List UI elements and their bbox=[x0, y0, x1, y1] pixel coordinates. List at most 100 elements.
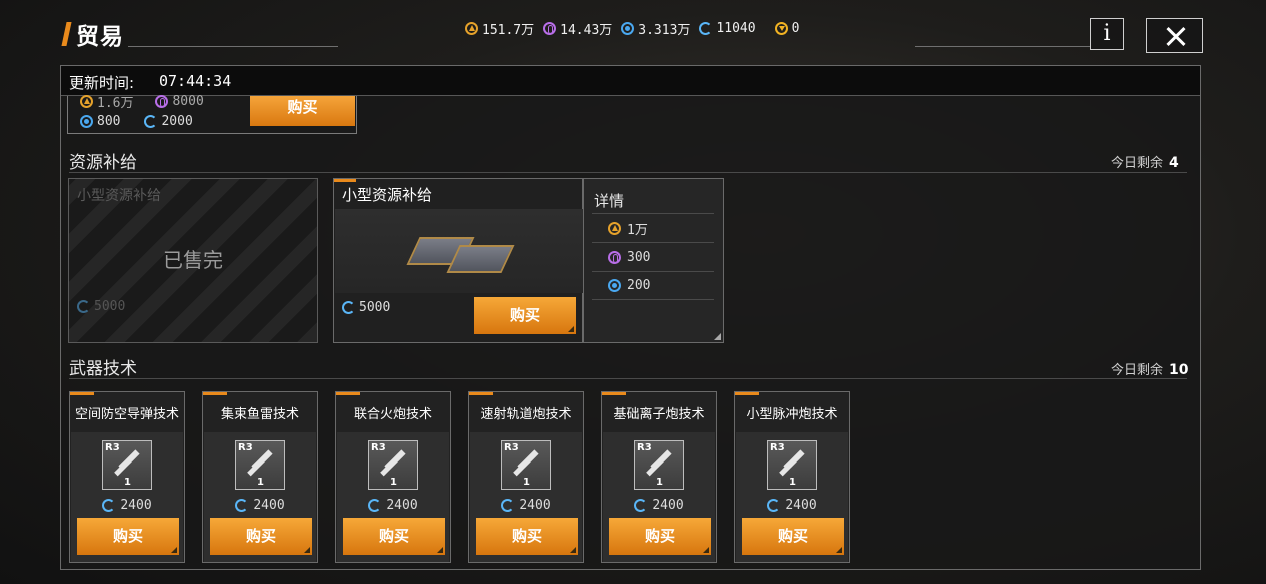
crate-image bbox=[335, 209, 583, 293]
buy-button[interactable]: 购买 bbox=[742, 518, 844, 555]
tech-card[interactable]: 小型脉冲炮技术 R3 1 2400 购买 bbox=[734, 391, 850, 563]
card-body: R3 1 2400 购买 bbox=[204, 432, 316, 562]
price-value: 2400 bbox=[652, 498, 684, 513]
item-price: 2400 bbox=[337, 498, 449, 513]
currency-value: 0 bbox=[791, 21, 800, 36]
item-price: 2400 bbox=[204, 498, 316, 513]
remaining-label: 今日剩余 bbox=[1111, 363, 1164, 378]
cycle-icon bbox=[235, 499, 249, 512]
tech-card[interactable]: 联合火炮技术 R3 1 2400 购买 bbox=[335, 391, 451, 563]
update-time-value: 07:44:34 bbox=[159, 72, 232, 90]
corner-marker bbox=[714, 333, 721, 340]
gold-triangle-icon bbox=[608, 221, 621, 235]
cost-value: 800 bbox=[97, 114, 121, 129]
railgun-tech-icon: R3 1 bbox=[501, 440, 551, 490]
close-button[interactable] bbox=[1146, 18, 1203, 53]
currency-value: 11040 bbox=[716, 21, 756, 36]
remaining-today: 今日剩余 4 bbox=[1111, 152, 1179, 171]
blue-orb-icon bbox=[608, 279, 621, 292]
buy-button[interactable]: 购买 bbox=[474, 297, 576, 334]
divider bbox=[915, 46, 1090, 47]
card-body: R3 1 2400 购买 bbox=[470, 432, 582, 562]
item-price: 2400 bbox=[736, 498, 848, 513]
rank-label: R3 bbox=[504, 442, 519, 453]
item-name: 速射轨道炮技术 bbox=[480, 407, 572, 422]
buy-button[interactable]: 购买 bbox=[77, 518, 179, 555]
gold-triangle-icon bbox=[80, 95, 93, 108]
ion-cannon-tech-icon: R3 1 bbox=[634, 440, 684, 490]
level-label: 1 bbox=[124, 477, 131, 488]
trade-panel[interactable]: 更新时间: 07:44:34 1.6万 8000 800 2000 购买 资源补… bbox=[60, 65, 1201, 570]
level-label: 1 bbox=[656, 477, 663, 488]
card-accent bbox=[334, 179, 356, 182]
pulse-cannon-tech-icon: R3 1 bbox=[767, 440, 817, 490]
tech-card[interactable]: 速射轨道炮技术 R3 1 2400 购买 bbox=[468, 391, 584, 563]
card-accent bbox=[735, 392, 759, 395]
price-value: 5000 bbox=[94, 299, 126, 314]
card-body: R3 1 2400 购买 bbox=[337, 432, 449, 562]
detail-row: 1万 bbox=[592, 213, 714, 242]
info-button[interactable]: i bbox=[1090, 18, 1124, 50]
tech-card[interactable]: 空间防空导弹技术 R3 1 2400 购买 bbox=[69, 391, 185, 563]
purple-capsule-icon bbox=[155, 95, 169, 108]
cycle-icon bbox=[144, 115, 158, 128]
cycle-icon bbox=[699, 22, 713, 35]
details-panel: 详情 1万 300 200 bbox=[583, 178, 724, 343]
remaining-today: 今日剩余 10 bbox=[1111, 359, 1189, 378]
buy-button[interactable]: 购买 bbox=[476, 518, 578, 555]
currency-bar: 151.7万 14.43万 3.313万 11040 0 bbox=[465, 19, 808, 38]
divider bbox=[69, 378, 1187, 379]
cycle-icon bbox=[342, 301, 355, 314]
buy-button[interactable]: 购买 bbox=[210, 518, 312, 555]
cost-row: 800 2000 bbox=[80, 114, 193, 129]
blue-orb-icon bbox=[621, 22, 635, 35]
crate-icon bbox=[446, 245, 515, 273]
level-label: 1 bbox=[789, 477, 796, 488]
purple-capsule-icon bbox=[608, 250, 621, 264]
cannon-tech-icon: R3 1 bbox=[368, 440, 418, 490]
cycle-icon bbox=[368, 499, 382, 512]
card-accent bbox=[336, 392, 360, 395]
item-price: 2400 bbox=[470, 498, 582, 513]
remaining-label: 今日剩余 bbox=[1111, 156, 1164, 171]
sold-out-card: 小型资源补给 已售完 5000 bbox=[68, 178, 318, 343]
rank-label: R3 bbox=[371, 442, 386, 453]
item-name: 小型资源补给 bbox=[77, 188, 161, 204]
remaining-count: 4 bbox=[1169, 155, 1179, 171]
price-value: 2400 bbox=[386, 498, 418, 513]
top-bar: 贸易 151.7万 14.43万 3.313万 11040 0 i bbox=[0, 0, 1266, 60]
currency-value: 151.7万 bbox=[482, 23, 535, 38]
cycle-icon bbox=[77, 300, 90, 313]
resource-supply-card[interactable]: 小型资源补给 5000 购买 bbox=[333, 178, 583, 343]
buy-button[interactable]: 购买 bbox=[343, 518, 445, 555]
tech-card[interactable]: 基础离子炮技术 R3 1 2400 购买 bbox=[601, 391, 717, 563]
divider bbox=[128, 46, 338, 47]
rank-label: R3 bbox=[238, 442, 253, 453]
cost-value: 2000 bbox=[161, 114, 193, 129]
purple-capsule-icon bbox=[543, 22, 557, 35]
currency-purple: 14.43万 bbox=[543, 19, 612, 38]
previous-item-card: 1.6万 8000 800 2000 购买 bbox=[67, 94, 357, 134]
buy-button[interactable]: 购买 bbox=[250, 96, 355, 126]
item-name: 空间防空导弹技术 bbox=[74, 407, 179, 422]
level-label: 1 bbox=[390, 477, 397, 488]
buy-button[interactable]: 购买 bbox=[609, 518, 711, 555]
price-value: 2400 bbox=[120, 498, 152, 513]
rank-label: R3 bbox=[105, 442, 120, 453]
item-price: 2400 bbox=[71, 498, 183, 513]
section-title-weapon-tech: 武器技术 bbox=[69, 359, 137, 379]
remaining-count: 10 bbox=[1169, 362, 1189, 378]
divider bbox=[69, 172, 1187, 173]
gold-triangle-icon bbox=[465, 22, 478, 35]
card-accent bbox=[203, 392, 227, 395]
section-title-resource-supply: 资源补给 bbox=[69, 153, 137, 173]
tech-card[interactable]: 集束鱼雷技术 R3 1 2400 购买 bbox=[202, 391, 318, 563]
currency-yellow: 0 bbox=[774, 21, 800, 36]
currency-gold: 151.7万 bbox=[465, 19, 534, 38]
price-value: 2400 bbox=[253, 498, 285, 513]
cycle-icon bbox=[767, 499, 781, 512]
item-name: 集束鱼雷技术 bbox=[220, 407, 299, 422]
item-name: 基础离子炮技术 bbox=[613, 407, 705, 422]
panel-header: 更新时间: 07:44:34 bbox=[61, 66, 1200, 96]
card-accent bbox=[602, 392, 626, 395]
